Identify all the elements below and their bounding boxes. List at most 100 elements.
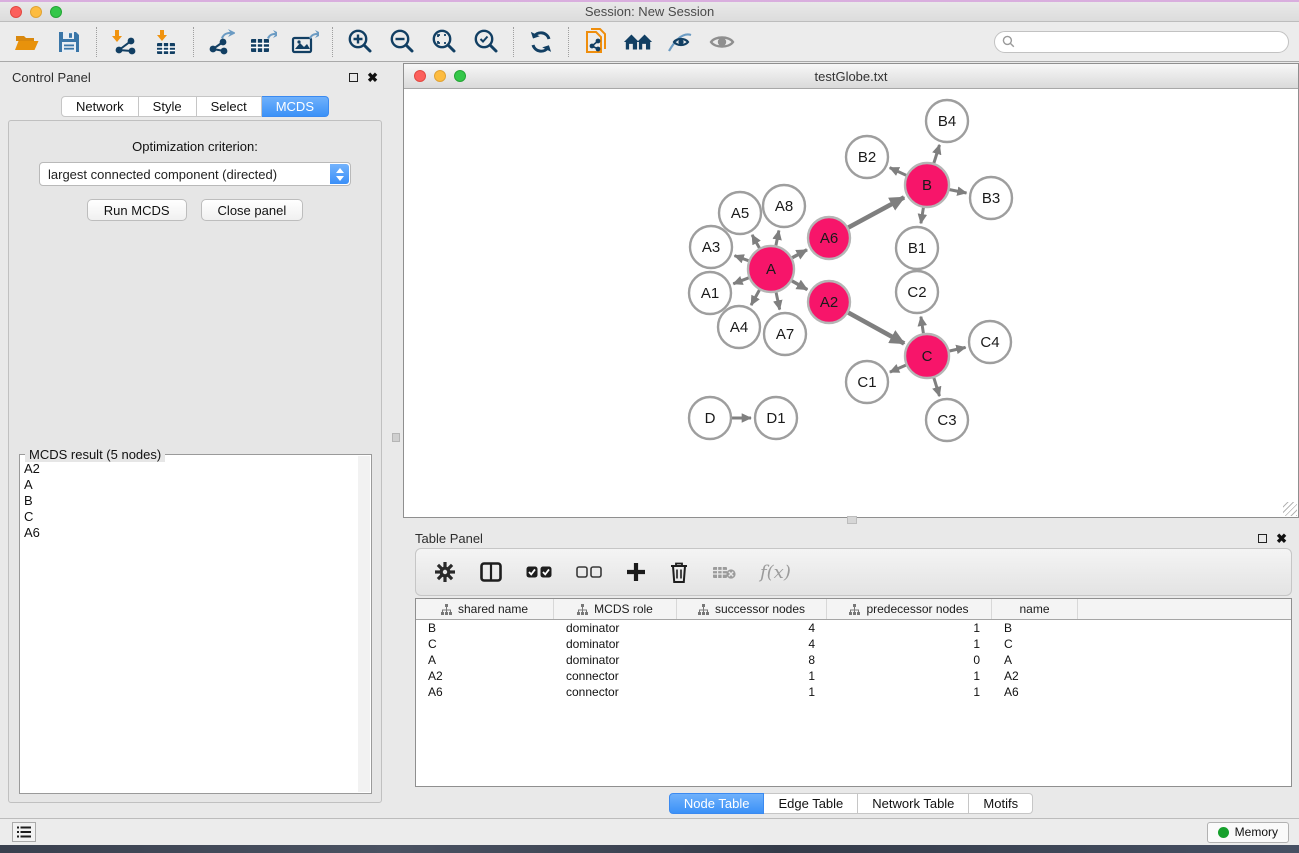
divider-grip[interactable] [847, 516, 857, 524]
edge-A-A6[interactable] [792, 250, 807, 258]
result-item[interactable]: A2 [24, 461, 357, 477]
search-input[interactable] [1019, 35, 1288, 49]
node-D1[interactable]: D1 [755, 397, 797, 439]
cell-successor[interactable]: 1 [677, 684, 827, 700]
node-A7[interactable]: A7 [764, 313, 806, 355]
cell-successor[interactable]: 1 [677, 668, 827, 684]
cell-successor[interactable]: 4 [677, 636, 827, 652]
network-window-titlebar[interactable]: testGlobe.txt [404, 64, 1298, 89]
result-item[interactable]: A [24, 477, 357, 493]
resize-grip-icon[interactable] [1283, 502, 1297, 516]
task-history-button[interactable] [12, 822, 36, 842]
cell-mcds-role[interactable]: connector [554, 668, 677, 684]
column-header-name[interactable]: name [992, 599, 1078, 619]
refresh-icon[interactable] [526, 27, 556, 57]
result-item[interactable]: A6 [24, 525, 357, 541]
table-row[interactable]: A dominator 8 0 A [416, 652, 1291, 668]
node-A4[interactable]: A4 [718, 306, 760, 348]
edge-B-B1[interactable] [921, 208, 924, 224]
search-field[interactable] [994, 31, 1289, 53]
open-file-icon[interactable] [12, 27, 42, 57]
node-C2[interactable]: C2 [896, 271, 938, 313]
deselect-checkboxes-icon[interactable] [576, 566, 602, 578]
close-panel-button[interactable]: Close panel [201, 199, 304, 221]
column-header-mcds-role[interactable]: MCDS role [554, 599, 677, 619]
cell-name[interactable]: A [992, 652, 1078, 668]
zoom-out-icon[interactable] [387, 27, 417, 57]
node-B2[interactable]: B2 [846, 136, 888, 178]
import-network-icon[interactable] [109, 27, 139, 57]
delete-icon[interactable] [670, 562, 688, 583]
function-builder-icon[interactable]: f(x) [760, 562, 791, 583]
tab-network[interactable]: Network [61, 96, 139, 117]
cell-name[interactable]: B [992, 620, 1078, 636]
gear-icon[interactable] [434, 561, 456, 583]
edge-A-A8[interactable] [776, 231, 779, 246]
edge-C-C2[interactable] [921, 317, 924, 334]
network-graph[interactable]: B4B2BB3B1A5A8A6A3AA1A2A4A7C2CC4C1C3DD1 [405, 90, 1297, 516]
cell-shared-name[interactable]: A2 [416, 668, 554, 684]
float-panel-icon[interactable] [1258, 534, 1267, 543]
save-session-icon[interactable] [54, 27, 84, 57]
cell-mcds-role[interactable]: dominator [554, 620, 677, 636]
network-canvas[interactable]: B4B2BB3B1A5A8A6A3AA1A2A4A7C2CC4C1C3DD1 [405, 90, 1297, 516]
delete-table-icon[interactable] [712, 565, 736, 580]
select-all-checkboxes-icon[interactable] [526, 566, 552, 578]
zoom-fit-icon[interactable] [429, 27, 459, 57]
tab-style[interactable]: Style [139, 96, 197, 117]
cell-predecessor[interactable]: 0 [827, 652, 992, 668]
cell-successor[interactable]: 8 [677, 652, 827, 668]
cell-name[interactable]: A6 [992, 684, 1078, 700]
node-A1[interactable]: A1 [689, 272, 731, 314]
node-C3[interactable]: C3 [926, 399, 968, 441]
mcds-result-list[interactable]: A2ABCA6 [24, 461, 357, 791]
tab-network-table[interactable]: Network Table [858, 793, 969, 814]
divider-grip[interactable] [392, 433, 400, 442]
column-header-shared-name[interactable]: shared name [416, 599, 554, 619]
add-icon[interactable] [626, 562, 646, 582]
cell-shared-name[interactable]: A [416, 652, 554, 668]
table-row[interactable]: A6 connector 1 1 A6 [416, 684, 1291, 700]
tab-mcds[interactable]: MCDS [262, 96, 329, 117]
tab-motifs[interactable]: Motifs [969, 793, 1033, 814]
node-A2[interactable]: A2 [808, 281, 850, 323]
cell-shared-name[interactable]: A6 [416, 684, 554, 700]
edge-A-A7[interactable] [776, 293, 780, 310]
node-D[interactable]: D [689, 397, 731, 439]
result-item[interactable]: C [24, 509, 357, 525]
cell-predecessor[interactable]: 1 [827, 684, 992, 700]
import-table-icon[interactable] [151, 27, 181, 57]
node-A3[interactable]: A3 [690, 226, 732, 268]
tab-select[interactable]: Select [197, 96, 262, 117]
tab-node-table[interactable]: Node Table [669, 793, 765, 814]
edge-A6-B[interactable] [848, 197, 904, 227]
node-A5[interactable]: A5 [719, 192, 761, 234]
close-panel-icon[interactable]: ✖ [367, 73, 378, 82]
edge-C-C1[interactable] [890, 365, 906, 372]
edge-B-B2[interactable] [890, 168, 907, 176]
cell-predecessor[interactable]: 1 [827, 668, 992, 684]
export-image-icon[interactable] [290, 27, 320, 57]
edge-C-C4[interactable] [950, 347, 966, 351]
node-A8[interactable]: A8 [763, 185, 805, 227]
edge-B-B4[interactable] [934, 145, 940, 163]
table-row[interactable]: A2 connector 1 1 A2 [416, 668, 1291, 684]
node-B1[interactable]: B1 [896, 227, 938, 269]
cell-mcds-role[interactable]: dominator [554, 652, 677, 668]
panel-divider[interactable] [390, 63, 403, 818]
column-header-predecessor-nodes[interactable]: predecessor nodes [827, 599, 992, 619]
edge-A-A1[interactable] [733, 278, 748, 284]
node-C[interactable]: C [905, 334, 949, 378]
cell-name[interactable]: C [992, 636, 1078, 652]
cell-predecessor[interactable]: 1 [827, 620, 992, 636]
cell-mcds-role[interactable]: dominator [554, 636, 677, 652]
cell-successor[interactable]: 4 [677, 620, 827, 636]
split-columns-icon[interactable] [480, 562, 502, 582]
cell-mcds-role[interactable]: connector [554, 684, 677, 700]
export-table-icon[interactable] [248, 27, 278, 57]
cell-name[interactable]: A2 [992, 668, 1078, 684]
result-item[interactable]: B [24, 493, 357, 509]
tab-edge-table[interactable]: Edge Table [764, 793, 858, 814]
node-A6[interactable]: A6 [808, 217, 850, 259]
edge-B-B3[interactable] [950, 190, 967, 193]
